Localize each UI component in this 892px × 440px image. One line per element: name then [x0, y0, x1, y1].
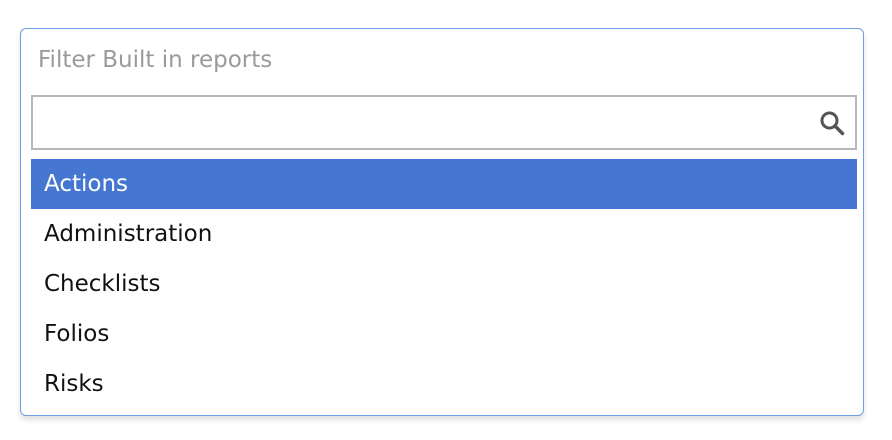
search-input[interactable] [41, 97, 811, 148]
list-item-administration[interactable]: Administration [31, 209, 857, 259]
search-icon[interactable] [819, 110, 845, 136]
list-item-actions[interactable]: Actions [31, 159, 857, 209]
report-list: Actions Administration Checklists Folios… [31, 159, 857, 409]
list-item-checklists[interactable]: Checklists [31, 259, 857, 309]
report-filter-dropdown: Filter Built in reports Actions Administ… [20, 28, 864, 416]
search-box[interactable] [31, 95, 857, 150]
list-item-risks[interactable]: Risks [31, 359, 857, 409]
list-item-folios[interactable]: Folios [31, 309, 857, 359]
filter-header-label: Filter Built in reports [38, 47, 273, 73]
